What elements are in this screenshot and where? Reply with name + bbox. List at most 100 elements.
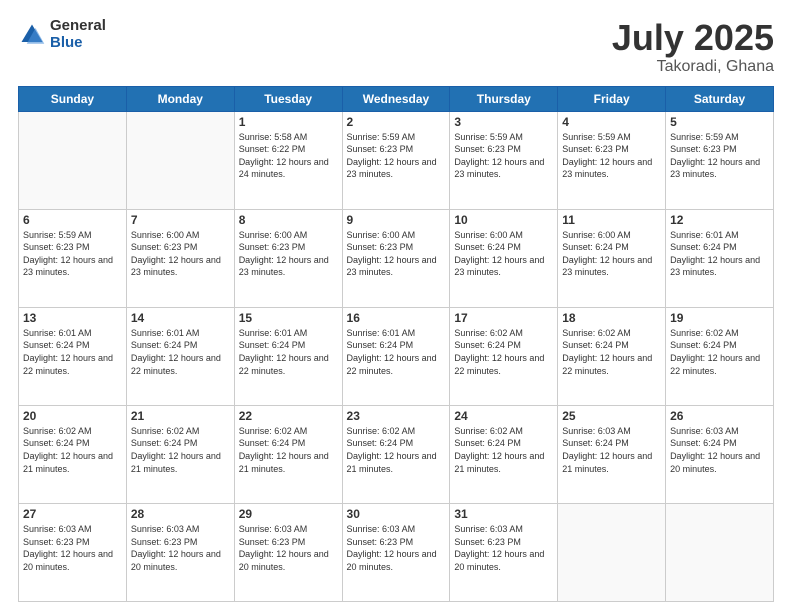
cell-info: Sunrise: 6:03 AM Sunset: 6:23 PM Dayligh… bbox=[23, 523, 122, 573]
weekday-header: Saturday bbox=[666, 86, 774, 111]
logo-icon bbox=[18, 21, 46, 49]
month-title: July 2025 bbox=[612, 18, 774, 58]
day-number: 24 bbox=[454, 409, 553, 423]
cell-info: Sunrise: 6:00 AM Sunset: 6:23 PM Dayligh… bbox=[347, 229, 446, 279]
day-number: 28 bbox=[131, 507, 230, 521]
day-number: 3 bbox=[454, 115, 553, 129]
day-number: 1 bbox=[239, 115, 338, 129]
cell-info: Sunrise: 5:59 AM Sunset: 6:23 PM Dayligh… bbox=[670, 131, 769, 181]
day-number: 16 bbox=[347, 311, 446, 325]
cell-info: Sunrise: 6:03 AM Sunset: 6:24 PM Dayligh… bbox=[562, 425, 661, 475]
calendar-cell: 30 Sunrise: 6:03 AM Sunset: 6:23 PM Dayli… bbox=[342, 503, 450, 601]
calendar-cell: 1 Sunrise: 5:58 AM Sunset: 6:22 PM Daylig… bbox=[234, 111, 342, 209]
cell-info: Sunrise: 6:00 AM Sunset: 6:24 PM Dayligh… bbox=[562, 229, 661, 279]
day-number: 4 bbox=[562, 115, 661, 129]
calendar-cell: 6 Sunrise: 5:59 AM Sunset: 6:23 PM Daylig… bbox=[19, 209, 127, 307]
day-number: 23 bbox=[347, 409, 446, 423]
cell-info: Sunrise: 6:01 AM Sunset: 6:24 PM Dayligh… bbox=[23, 327, 122, 377]
calendar-week-row: 1 Sunrise: 5:58 AM Sunset: 6:22 PM Daylig… bbox=[19, 111, 774, 209]
day-number: 30 bbox=[347, 507, 446, 521]
cell-info: Sunrise: 6:00 AM Sunset: 6:23 PM Dayligh… bbox=[239, 229, 338, 279]
calendar-cell: 7 Sunrise: 6:00 AM Sunset: 6:23 PM Daylig… bbox=[126, 209, 234, 307]
cell-info: Sunrise: 6:00 AM Sunset: 6:23 PM Dayligh… bbox=[131, 229, 230, 279]
day-number: 12 bbox=[670, 213, 769, 227]
header: General Blue July 2025 Takoradi, Ghana bbox=[18, 18, 774, 76]
day-number: 19 bbox=[670, 311, 769, 325]
cell-info: Sunrise: 6:02 AM Sunset: 6:24 PM Dayligh… bbox=[347, 425, 446, 475]
day-number: 20 bbox=[23, 409, 122, 423]
cell-info: Sunrise: 6:03 AM Sunset: 6:23 PM Dayligh… bbox=[131, 523, 230, 573]
day-number: 17 bbox=[454, 311, 553, 325]
cell-info: Sunrise: 6:02 AM Sunset: 6:24 PM Dayligh… bbox=[670, 327, 769, 377]
cell-info: Sunrise: 6:00 AM Sunset: 6:24 PM Dayligh… bbox=[454, 229, 553, 279]
calendar-cell: 2 Sunrise: 5:59 AM Sunset: 6:23 PM Daylig… bbox=[342, 111, 450, 209]
day-number: 15 bbox=[239, 311, 338, 325]
calendar-cell: 5 Sunrise: 5:59 AM Sunset: 6:23 PM Daylig… bbox=[666, 111, 774, 209]
calendar-cell: 26 Sunrise: 6:03 AM Sunset: 6:24 PM Dayli… bbox=[666, 405, 774, 503]
page: General Blue July 2025 Takoradi, Ghana S… bbox=[0, 0, 792, 612]
calendar-cell: 18 Sunrise: 6:02 AM Sunset: 6:24 PM Dayli… bbox=[558, 307, 666, 405]
cell-info: Sunrise: 5:58 AM Sunset: 6:22 PM Dayligh… bbox=[239, 131, 338, 181]
day-number: 7 bbox=[131, 213, 230, 227]
cell-info: Sunrise: 6:03 AM Sunset: 6:23 PM Dayligh… bbox=[239, 523, 338, 573]
cell-info: Sunrise: 6:03 AM Sunset: 6:24 PM Dayligh… bbox=[670, 425, 769, 475]
cell-info: Sunrise: 5:59 AM Sunset: 6:23 PM Dayligh… bbox=[562, 131, 661, 181]
calendar-cell: 29Sunrise: 6:03 AM Sunset: 6:23 PM Dayli… bbox=[234, 503, 342, 601]
day-number: 22 bbox=[239, 409, 338, 423]
cell-info: Sunrise: 6:03 AM Sunset: 6:23 PM Dayligh… bbox=[347, 523, 446, 573]
day-number: 5 bbox=[670, 115, 769, 129]
day-number: 18 bbox=[562, 311, 661, 325]
day-number: 21 bbox=[131, 409, 230, 423]
calendar-cell: 17 Sunrise: 6:02 AM Sunset: 6:24 PM Dayli… bbox=[450, 307, 558, 405]
cell-info: Sunrise: 6:02 AM Sunset: 6:24 PM Dayligh… bbox=[131, 425, 230, 475]
day-number: 2 bbox=[347, 115, 446, 129]
calendar-cell: 12Sunrise: 6:01 AM Sunset: 6:24 PM Dayli… bbox=[666, 209, 774, 307]
cell-info: Sunrise: 6:02 AM Sunset: 6:24 PM Dayligh… bbox=[454, 327, 553, 377]
cell-info: Sunrise: 6:03 AM Sunset: 6:23 PM Dayligh… bbox=[454, 523, 553, 573]
calendar-cell: 27 Sunrise: 6:03 AM Sunset: 6:23 PM Dayli… bbox=[19, 503, 127, 601]
day-number: 14 bbox=[131, 311, 230, 325]
logo-general: General bbox=[50, 18, 106, 35]
calendar-cell: 25 Sunrise: 6:03 AM Sunset: 6:24 PM Dayli… bbox=[558, 405, 666, 503]
calendar-cell: 10Sunrise: 6:00 AM Sunset: 6:24 PM Dayli… bbox=[450, 209, 558, 307]
day-number: 26 bbox=[670, 409, 769, 423]
cell-info: Sunrise: 6:01 AM Sunset: 6:24 PM Dayligh… bbox=[131, 327, 230, 377]
weekday-header: Thursday bbox=[450, 86, 558, 111]
calendar-cell: 23 Sunrise: 6:02 AM Sunset: 6:24 PM Dayli… bbox=[342, 405, 450, 503]
calendar-cell: 4 Sunrise: 5:59 AM Sunset: 6:23 PM Daylig… bbox=[558, 111, 666, 209]
day-number: 25 bbox=[562, 409, 661, 423]
calendar-cell: 22Sunrise: 6:02 AM Sunset: 6:24 PM Dayli… bbox=[234, 405, 342, 503]
cell-info: Sunrise: 6:01 AM Sunset: 6:24 PM Dayligh… bbox=[347, 327, 446, 377]
calendar-cell: 28 Sunrise: 6:03 AM Sunset: 6:23 PM Dayli… bbox=[126, 503, 234, 601]
weekday-header: Monday bbox=[126, 86, 234, 111]
logo: General Blue bbox=[18, 18, 106, 51]
weekday-header: Wednesday bbox=[342, 86, 450, 111]
calendar-cell: 20Sunrise: 6:02 AM Sunset: 6:24 PM Dayli… bbox=[19, 405, 127, 503]
day-number: 27 bbox=[23, 507, 122, 521]
weekday-header: Sunday bbox=[19, 86, 127, 111]
weekday-header-row: SundayMondayTuesdayWednesdayThursdayFrid… bbox=[19, 86, 774, 111]
logo-blue: Blue bbox=[50, 35, 106, 52]
cell-info: Sunrise: 5:59 AM Sunset: 6:23 PM Dayligh… bbox=[23, 229, 122, 279]
weekday-header: Friday bbox=[558, 86, 666, 111]
weekday-header: Tuesday bbox=[234, 86, 342, 111]
calendar-cell: 14 Sunrise: 6:01 AM Sunset: 6:24 PM Dayli… bbox=[126, 307, 234, 405]
calendar-cell: 13Sunrise: 6:01 AM Sunset: 6:24 PM Dayli… bbox=[19, 307, 127, 405]
calendar-cell: 11 Sunrise: 6:00 AM Sunset: 6:24 PM Dayli… bbox=[558, 209, 666, 307]
calendar-table: SundayMondayTuesdayWednesdayThursdayFrid… bbox=[18, 86, 774, 602]
calendar-week-row: 27 Sunrise: 6:03 AM Sunset: 6:23 PM Dayli… bbox=[19, 503, 774, 601]
calendar-cell: 31Sunrise: 6:03 AM Sunset: 6:23 PM Dayli… bbox=[450, 503, 558, 601]
cell-info: Sunrise: 6:01 AM Sunset: 6:24 PM Dayligh… bbox=[239, 327, 338, 377]
calendar-cell: 21 Sunrise: 6:02 AM Sunset: 6:24 PM Dayli… bbox=[126, 405, 234, 503]
day-number: 11 bbox=[562, 213, 661, 227]
cell-info: Sunrise: 6:02 AM Sunset: 6:24 PM Dayligh… bbox=[562, 327, 661, 377]
location: Takoradi, Ghana bbox=[612, 58, 774, 76]
calendar-cell bbox=[126, 111, 234, 209]
title-block: July 2025 Takoradi, Ghana bbox=[612, 18, 774, 76]
cell-info: Sunrise: 5:59 AM Sunset: 6:23 PM Dayligh… bbox=[347, 131, 446, 181]
calendar-week-row: 6 Sunrise: 5:59 AM Sunset: 6:23 PM Daylig… bbox=[19, 209, 774, 307]
calendar-cell: 16 Sunrise: 6:01 AM Sunset: 6:24 PM Dayli… bbox=[342, 307, 450, 405]
day-number: 6 bbox=[23, 213, 122, 227]
cell-info: Sunrise: 6:02 AM Sunset: 6:24 PM Dayligh… bbox=[454, 425, 553, 475]
cell-info: Sunrise: 5:59 AM Sunset: 6:23 PM Dayligh… bbox=[454, 131, 553, 181]
